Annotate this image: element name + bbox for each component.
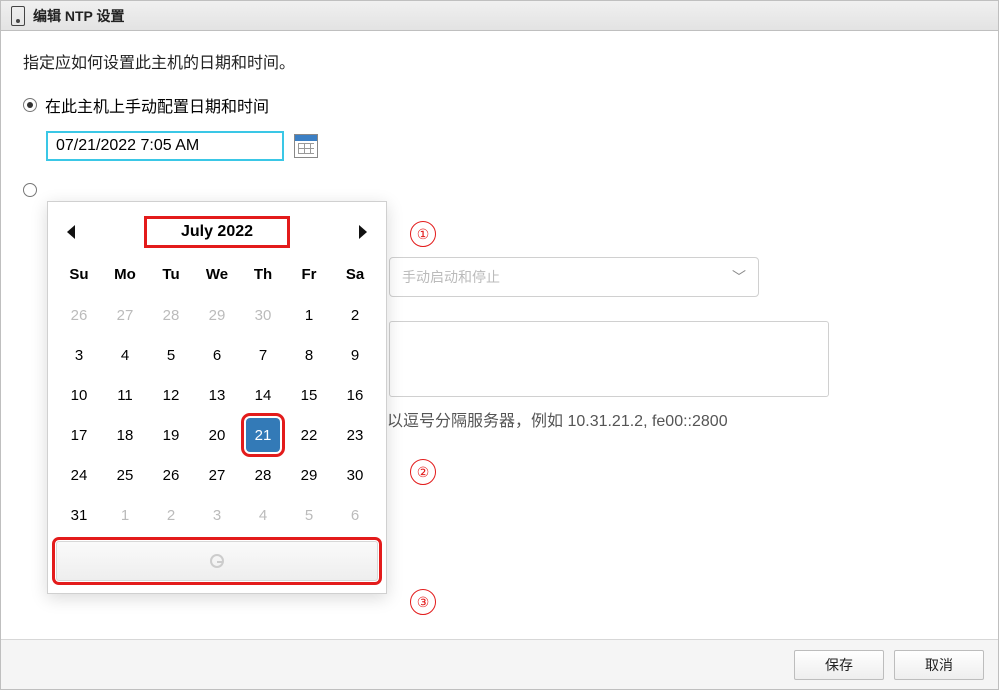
calendar-day[interactable]: 1 xyxy=(286,295,332,335)
calendar-day[interactable]: 24 xyxy=(56,455,102,495)
calendar-day[interactable]: 13 xyxy=(194,375,240,415)
radio-ntp[interactable] xyxy=(23,183,37,197)
calendar-day[interactable]: 30 xyxy=(332,455,378,495)
calendar-week-row: 24252627282930 xyxy=(56,455,378,495)
calendar-prev-button[interactable] xyxy=(60,221,82,243)
chevron-left-icon xyxy=(65,225,77,239)
calendar-day[interactable]: 28 xyxy=(148,295,194,335)
calendar-day[interactable]: 5 xyxy=(148,335,194,375)
chevron-down-icon: ﹀ xyxy=(732,267,746,287)
calendar-day[interactable]: 31 xyxy=(56,495,102,535)
calendar-week-row: 10111213141516 xyxy=(56,375,378,415)
calendar-day[interactable]: 18 xyxy=(102,415,148,455)
calendar-day[interactable]: 25 xyxy=(102,455,148,495)
calendar-day[interactable]: 20 xyxy=(194,415,240,455)
calendar-day[interactable]: 23 xyxy=(332,415,378,455)
calendar-day[interactable]: 30 xyxy=(240,295,286,335)
calendar-dow-row: SuMoTuWeThFrSa xyxy=(56,262,378,287)
ntp-settings-dialog: 编辑 NTP 设置 指定应如何设置此主机的日期和时间。 在此主机上手动配置日期和… xyxy=(0,0,999,690)
calendar-day[interactable]: 14 xyxy=(240,375,286,415)
calendar-button[interactable] xyxy=(294,134,318,158)
ntp-service-select[interactable]: 手动启动和停止 ﹀ xyxy=(389,257,759,297)
calendar-day[interactable]: 3 xyxy=(56,335,102,375)
calendar-time-button[interactable] xyxy=(56,541,378,581)
calendar-day[interactable]: 29 xyxy=(194,295,240,335)
calendar-day[interactable]: 11 xyxy=(102,375,148,415)
ntp-servers-textarea[interactable] xyxy=(389,321,829,397)
calendar-next-button[interactable] xyxy=(352,221,374,243)
annotation-1: ① xyxy=(410,221,436,247)
calendar-day[interactable]: 19 xyxy=(148,415,194,455)
calendar-dow: Th xyxy=(240,262,286,287)
calendar-dow: Fr xyxy=(286,262,332,287)
calendar-day[interactable]: 26 xyxy=(148,455,194,495)
calendar-dow: Sa xyxy=(332,262,378,287)
radio-manual-row[interactable]: 在此主机上手动配置日期和时间 xyxy=(23,93,976,117)
calendar-week-row: 31123456 xyxy=(56,495,378,535)
calendar-dow: Tu xyxy=(148,262,194,287)
save-button-label: 保存 xyxy=(825,655,853,675)
calendar-day[interactable]: 4 xyxy=(102,335,148,375)
calendar-dow: Mo xyxy=(102,262,148,287)
calendar-day[interactable]: 21 xyxy=(240,415,286,455)
calendar-day[interactable]: 16 xyxy=(332,375,378,415)
cancel-button-label: 取消 xyxy=(925,655,953,675)
cancel-button[interactable]: 取消 xyxy=(894,650,984,680)
clock-icon xyxy=(210,554,224,568)
titlebar: 编辑 NTP 设置 xyxy=(1,1,998,31)
calendar-month-label[interactable]: July 2022 xyxy=(144,216,290,248)
radio-manual[interactable] xyxy=(23,98,37,112)
annotation-3: ③ xyxy=(410,589,436,615)
dialog-footer: 保存 取消 xyxy=(1,639,998,689)
calendar-day[interactable]: 22 xyxy=(286,415,332,455)
ntp-servers-hint: 以逗号分隔服务器，例如 10.31.21.2, fe00::2800 xyxy=(387,407,728,431)
calendar-day[interactable]: 9 xyxy=(332,335,378,375)
calendar-day[interactable]: 8 xyxy=(286,335,332,375)
calendar-popup: July 2022 SuMoTuWeThFrSa 262728293012345… xyxy=(47,201,387,594)
chevron-right-icon xyxy=(357,225,369,239)
description-text: 指定应如何设置此主机的日期和时间。 xyxy=(23,49,976,73)
calendar-day[interactable]: 5 xyxy=(286,495,332,535)
calendar-day[interactable]: 27 xyxy=(102,295,148,335)
calendar-day[interactable]: 12 xyxy=(148,375,194,415)
calendar-day[interactable]: 28 xyxy=(240,455,286,495)
ntp-service-placeholder: 手动启动和停止 xyxy=(402,267,500,287)
calendar-day[interactable]: 7 xyxy=(240,335,286,375)
calendar-day[interactable]: 6 xyxy=(332,495,378,535)
calendar-dow: We xyxy=(194,262,240,287)
calendar-day[interactable]: 17 xyxy=(56,415,102,455)
radio-ntp-row[interactable] xyxy=(23,183,976,197)
calendar-day[interactable]: 1 xyxy=(102,495,148,535)
calendar-day[interactable]: 6 xyxy=(194,335,240,375)
radio-manual-label: 在此主机上手动配置日期和时间 xyxy=(45,93,269,117)
annotation-2: ② xyxy=(410,459,436,485)
calendar-day[interactable]: 27 xyxy=(194,455,240,495)
calendar-day[interactable]: 15 xyxy=(286,375,332,415)
calendar-day[interactable]: 2 xyxy=(148,495,194,535)
dialog-title: 编辑 NTP 设置 xyxy=(33,6,125,26)
calendar-week-row: 3456789 xyxy=(56,335,378,375)
datetime-input[interactable] xyxy=(46,131,284,161)
device-icon xyxy=(11,6,25,26)
calendar-week-row: 262728293012 xyxy=(56,295,378,335)
calendar-day[interactable]: 2 xyxy=(332,295,378,335)
calendar-grid: 2627282930123456789101112131415161718192… xyxy=(56,295,378,535)
calendar-day[interactable]: 10 xyxy=(56,375,102,415)
calendar-week-row: 17181920212223 xyxy=(56,415,378,455)
calendar-dow: Su xyxy=(56,262,102,287)
calendar-day[interactable]: 29 xyxy=(286,455,332,495)
dialog-body: 指定应如何设置此主机的日期和时间。 在此主机上手动配置日期和时间 手动启动和停止… xyxy=(1,31,998,639)
calendar-day[interactable]: 26 xyxy=(56,295,102,335)
calendar-day[interactable]: 3 xyxy=(194,495,240,535)
save-button[interactable]: 保存 xyxy=(794,650,884,680)
calendar-day[interactable]: 4 xyxy=(240,495,286,535)
